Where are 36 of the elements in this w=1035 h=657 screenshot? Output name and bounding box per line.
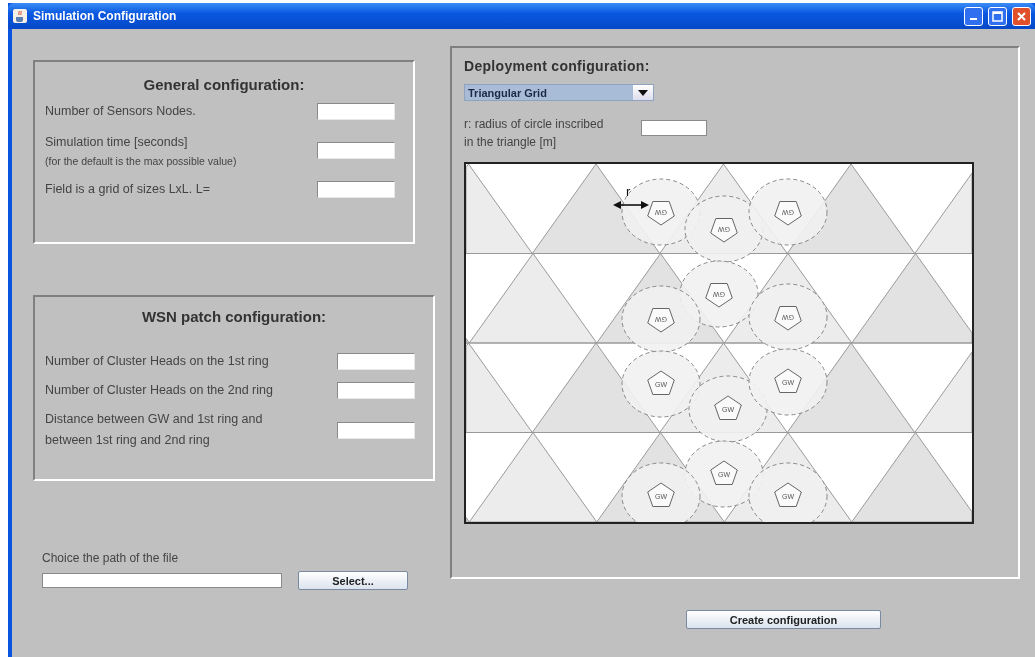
radius-field[interactable]	[641, 120, 708, 136]
select-button[interactable]: Select...	[298, 571, 408, 590]
radius-label: r	[626, 184, 631, 199]
file-path-label: Choice the path of the file	[42, 551, 180, 565]
field-label: Number of Cluster Heads on the 2nd ring	[45, 382, 273, 399]
field-label: between 1st ring and 2nd ring	[45, 432, 211, 449]
field-label: Number of Cluster Heads on the 1st ring	[45, 353, 269, 370]
field-label: Distance between GW and 1st ring and	[45, 411, 263, 428]
field-note: (for the default is the max possible value)	[45, 155, 237, 167]
file-path-field[interactable]	[42, 573, 282, 588]
close-button[interactable]	[1012, 6, 1031, 26]
input-field[interactable]	[317, 142, 395, 159]
radius-field-label: in the triangle [m]	[464, 134, 558, 150]
input-field[interactable]	[337, 382, 415, 399]
field-label: Number of Sensors Nodes.	[45, 103, 196, 120]
window-title: Simulation Configuration	[33, 9, 178, 23]
field-label: Field is a grid of sizes LxL. L=	[45, 181, 210, 198]
dropdown-arrow-icon	[638, 89, 648, 96]
create-configuration-button[interactable]: Create configuration	[686, 610, 881, 629]
input-field[interactable]	[317, 103, 395, 120]
panel-title: WSN patch configuration:	[140, 308, 328, 325]
radius-arrow	[613, 201, 649, 209]
minimize-icon	[970, 18, 977, 20]
input-field[interactable]	[317, 181, 395, 198]
input-field[interactable]	[337, 353, 415, 370]
panel-title: Deployment configuration:	[464, 58, 651, 74]
close-icon	[1016, 10, 1027, 22]
panel-title: General configuration:	[142, 76, 306, 93]
minimize-button[interactable]	[964, 6, 983, 26]
field-label: Simulation time [seconds]	[45, 134, 189, 151]
app-icon	[12, 8, 28, 24]
maximize-button[interactable]	[988, 6, 1007, 26]
deployment-dropdown[interactable]: Triangular Grid	[464, 84, 654, 101]
radius-field-label: r: radius of circle inscribed	[464, 116, 604, 132]
maximize-icon	[992, 10, 1003, 22]
input-field[interactable]	[337, 421, 415, 439]
